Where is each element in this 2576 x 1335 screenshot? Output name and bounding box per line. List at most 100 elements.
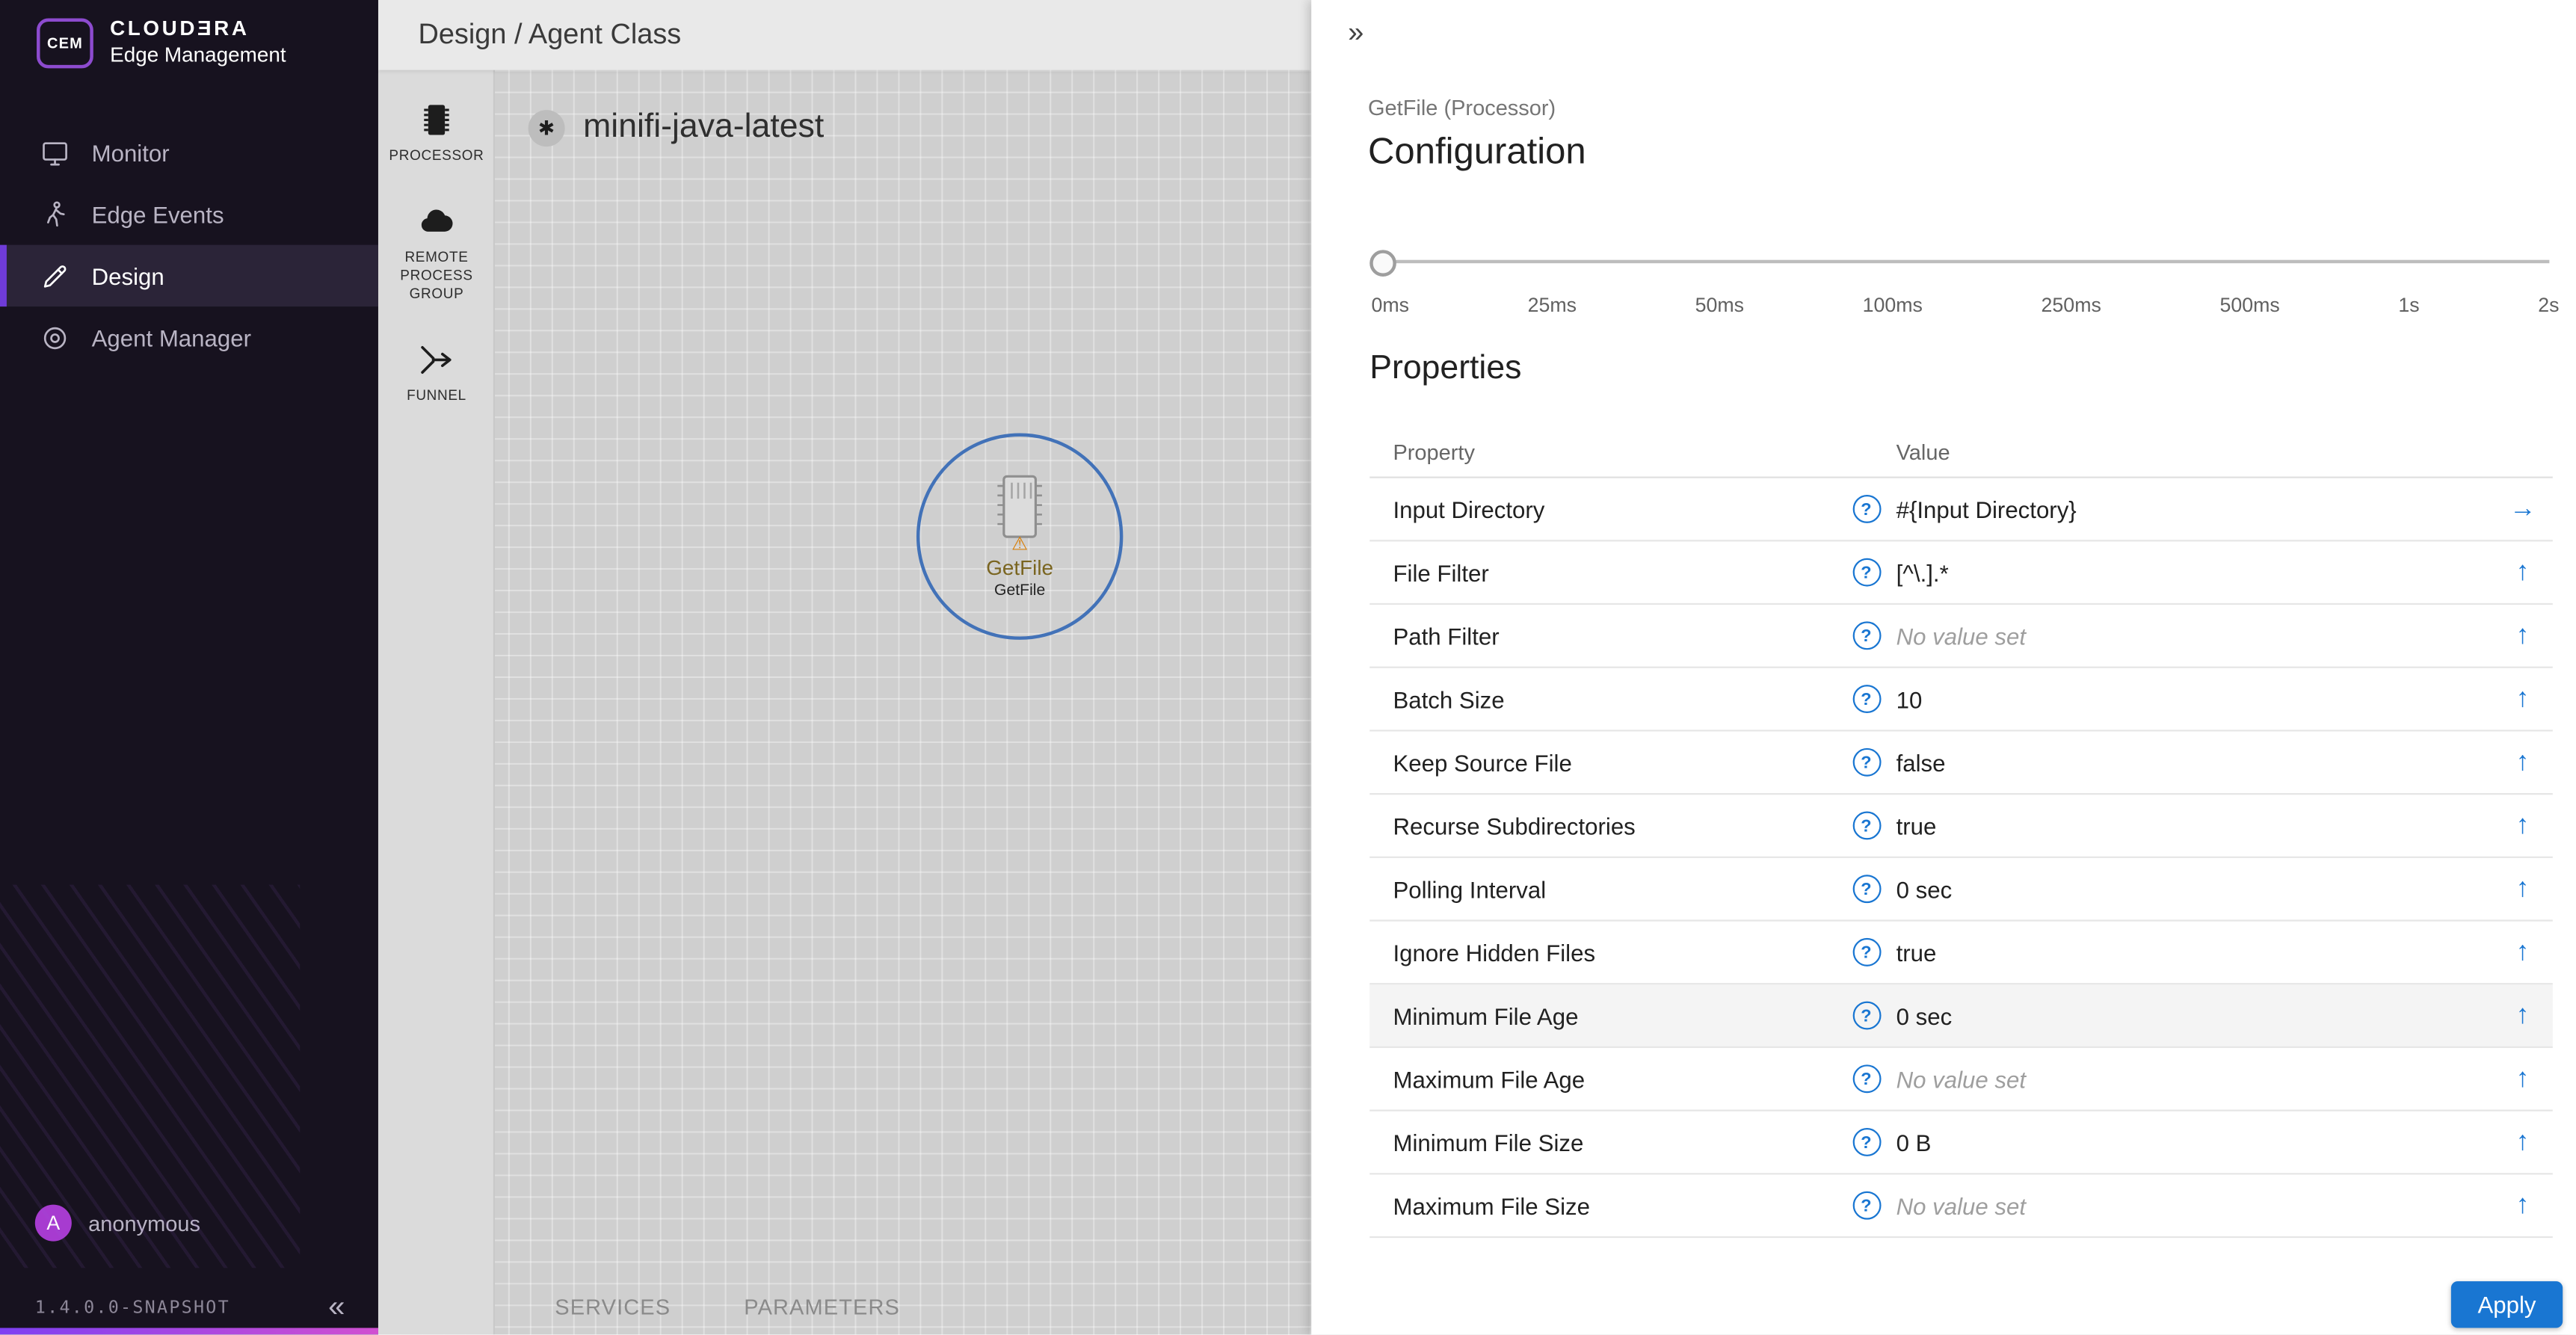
flow-title: minifi-java-latest bbox=[583, 108, 824, 147]
arrow-up-icon[interactable]: ↑ bbox=[2516, 1129, 2530, 1156]
help-icon[interactable]: ? bbox=[1852, 621, 1881, 650]
table-row: Path Filter?No value set↑ bbox=[1369, 605, 2553, 668]
help-icon[interactable]: ? bbox=[1852, 875, 1881, 903]
property-value[interactable]: true bbox=[1896, 813, 2493, 839]
help-icon[interactable]: ? bbox=[1852, 495, 1881, 523]
property-value[interactable]: No value set bbox=[1896, 623, 2493, 650]
property-value[interactable]: 0 sec bbox=[1896, 875, 2493, 902]
properties-table: Property Value Input Directory?#{Input D… bbox=[1369, 427, 2553, 1239]
arrow-up-icon[interactable]: ↑ bbox=[2516, 623, 2530, 650]
arrow-up-icon[interactable]: ↑ bbox=[2516, 813, 2530, 839]
sidebar-item-label: Agent Manager bbox=[92, 324, 251, 351]
slider-track[interactable] bbox=[1381, 260, 2550, 263]
palette-item-funnel[interactable]: FUNNEL bbox=[383, 340, 490, 405]
sidebar-item-label: Design bbox=[92, 263, 164, 290]
slider-tick-label: 25ms bbox=[1528, 293, 1577, 316]
slider-tick-label: 2s bbox=[2538, 293, 2559, 316]
sidebar-collapse-icon[interactable]: « bbox=[328, 1289, 345, 1325]
help-icon[interactable]: ? bbox=[1852, 558, 1881, 587]
slider-tick-label: 1s bbox=[2398, 293, 2419, 316]
sidebar-item-design[interactable]: Design bbox=[0, 245, 378, 306]
sidebar-nav: Monitor Edge Events Design Agent Manager bbox=[0, 122, 378, 369]
property-name: Polling Interval bbox=[1369, 875, 1836, 902]
property-value[interactable]: false bbox=[1896, 749, 2493, 776]
panel-subtitle: GetFile (Processor) bbox=[1368, 95, 1556, 120]
table-row: File Filter? [^\.].* ↑ bbox=[1369, 541, 2553, 605]
user-name: anonymous bbox=[88, 1210, 200, 1235]
property-value[interactable]: No value set bbox=[1896, 1192, 2493, 1219]
version-label: 1.4.0.0-SNAPSHOT bbox=[35, 1298, 230, 1318]
arrow-right-icon[interactable]: → bbox=[2509, 496, 2536, 522]
palette-item-processor[interactable]: PROCESSOR bbox=[383, 100, 490, 165]
property-name: Ignore Hidden Files bbox=[1369, 939, 1836, 966]
help-icon[interactable]: ? bbox=[1852, 1002, 1881, 1030]
property-name: Minimum File Age bbox=[1369, 1002, 1836, 1029]
canvas-bottom-tabs: SERVICES PARAMETERS bbox=[555, 1295, 900, 1319]
apply-button[interactable]: Apply bbox=[2451, 1281, 2563, 1328]
arrow-up-icon[interactable]: ↑ bbox=[2516, 1192, 2530, 1219]
help-icon[interactable]: ? bbox=[1852, 685, 1881, 713]
design-canvas[interactable]: PROCESSORREMOTE PROCESS GROUPFUNNEL ✱ mi… bbox=[378, 70, 1311, 1335]
sidebar-item-edge-events[interactable]: Edge Events bbox=[0, 184, 378, 245]
table-row: Maximum File Age?No value set↑ bbox=[1369, 1048, 2553, 1112]
tab-services[interactable]: SERVICES bbox=[555, 1295, 671, 1319]
table-header-row: Property Value bbox=[1369, 427, 2553, 478]
slider-tick-labels: 0ms25ms50ms100ms250ms500ms1s2s bbox=[1371, 293, 2559, 316]
arrow-up-icon[interactable]: ↑ bbox=[2516, 749, 2530, 776]
slider-tick-label: 0ms bbox=[1371, 293, 1409, 316]
table-body: Input Directory?#{Input Directory}→File … bbox=[1369, 478, 2553, 1238]
help-icon[interactable]: ? bbox=[1852, 1191, 1881, 1220]
arrow-up-icon[interactable]: ↑ bbox=[2516, 1065, 2530, 1092]
arrow-up-icon[interactable]: ↑ bbox=[2516, 875, 2530, 902]
table-row: Maximum File Size?No value set↑ bbox=[1369, 1174, 2553, 1238]
processor-icon bbox=[416, 100, 456, 140]
property-value[interactable]: 0 B bbox=[1896, 1129, 2493, 1156]
property-name: Batch Size bbox=[1369, 685, 1836, 712]
property-value[interactable]: 10 bbox=[1896, 685, 2493, 712]
processor-chip-icon bbox=[991, 473, 1048, 543]
property-name: Minimum File Size bbox=[1369, 1129, 1836, 1156]
property-value[interactable]: true bbox=[1896, 939, 2493, 966]
arrow-up-icon[interactable]: ↑ bbox=[2516, 685, 2530, 712]
user-menu[interactable]: A anonymous bbox=[0, 1205, 200, 1242]
arrow-up-icon[interactable]: ↑ bbox=[2516, 1002, 2530, 1029]
edge-events-icon bbox=[40, 200, 70, 229]
sidebar-item-label: Edge Events bbox=[92, 201, 224, 228]
arrow-up-icon[interactable]: ↑ bbox=[2516, 939, 2530, 966]
property-value[interactable]: #{Input Directory} bbox=[1896, 496, 2493, 522]
slider-tick-label: 50ms bbox=[1695, 293, 1744, 316]
help-icon[interactable]: ? bbox=[1852, 748, 1881, 777]
column-header-value: Value bbox=[1896, 439, 2493, 463]
tab-parameters[interactable]: PARAMETERS bbox=[744, 1295, 900, 1319]
sidebar-item-agent-manager[interactable]: Agent Manager bbox=[0, 307, 378, 369]
app-logo: CEM CLOUDƎRA Edge Management bbox=[0, 0, 378, 69]
property-value[interactable]: 0 sec bbox=[1896, 1002, 2493, 1029]
remote-process-group-icon bbox=[416, 202, 456, 241]
table-row: Polling Interval? 0 sec ↑ bbox=[1369, 858, 2553, 922]
processor-node-getfile[interactable]: ⚠ GetFile GetFile bbox=[916, 434, 1123, 640]
property-value[interactable]: No value set bbox=[1896, 1065, 2493, 1092]
sidebar: CEM CLOUDƎRA Edge Management Monitor Edge… bbox=[0, 0, 378, 1334]
property-value[interactable]: [^\.].* bbox=[1896, 559, 2493, 586]
funnel-icon bbox=[416, 340, 456, 380]
run-duration-slider[interactable] bbox=[1381, 248, 2550, 275]
warning-icon: ⚠ bbox=[1011, 537, 1028, 555]
help-icon[interactable]: ? bbox=[1852, 1064, 1881, 1093]
palette-item-remote-process-group[interactable]: REMOTE PROCESS GROUP bbox=[383, 202, 490, 303]
slider-tick-label: 100ms bbox=[1863, 293, 1923, 316]
palette-item-label: PROCESSOR bbox=[389, 147, 484, 165]
table-row: Minimum File Size? 0 B ↑ bbox=[1369, 1112, 2553, 1175]
panel-collapse-icon[interactable]: » bbox=[1348, 16, 1364, 50]
sidebar-item-monitor[interactable]: Monitor bbox=[0, 122, 378, 183]
slider-knob[interactable] bbox=[1369, 250, 1396, 277]
arrow-up-icon[interactable]: ↑ bbox=[2516, 559, 2530, 586]
table-row: Recurse Subdirectories?true↑ bbox=[1369, 795, 2553, 858]
help-icon[interactable]: ? bbox=[1852, 812, 1881, 840]
help-icon[interactable]: ? bbox=[1852, 938, 1881, 966]
design-icon bbox=[40, 261, 70, 291]
table-row: Batch Size? 10 ↑ bbox=[1369, 668, 2553, 732]
breadcrumb: Design / Agent Class bbox=[418, 19, 681, 52]
property-name: File Filter bbox=[1369, 559, 1836, 586]
help-icon[interactable]: ? bbox=[1852, 1128, 1881, 1156]
avatar: A bbox=[35, 1205, 72, 1242]
